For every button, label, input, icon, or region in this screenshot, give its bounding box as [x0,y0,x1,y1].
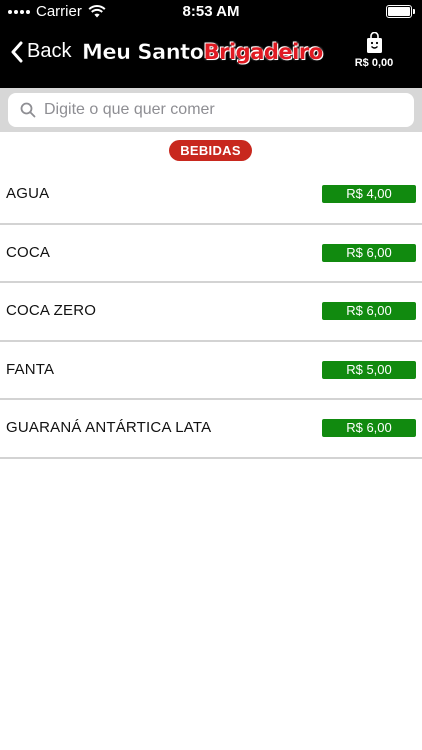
item-name: COCA ZERO [6,302,97,319]
chevron-left-icon [11,41,23,62]
search-input[interactable] [44,101,394,119]
battery-icon [386,5,415,18]
status-bar: Carrier 8:53 AM [0,0,422,24]
price-badge: R$ 6,00 [322,302,416,320]
list-item[interactable]: GUARANÁ ANTÁRTICA LATA R$ 6,00 [0,400,422,459]
price-badge: R$ 4,00 [322,185,416,203]
logo-text-primary: Meu Santo [82,40,205,65]
product-list: AGUA R$ 4,00 COCA R$ 6,00 COCA ZERO R$ 6… [0,166,422,459]
item-name: AGUA [6,185,50,202]
logo-text-accent: Brigadeiro [203,40,324,64]
item-name: GUARANÁ ANTÁRTICA LATA [6,419,212,436]
status-time: 8:53 AM [182,3,240,20]
item-name: COCA [6,243,51,261]
search-bar [0,88,422,132]
cart-button[interactable]: R$ 0,00 [346,32,402,69]
category-badge: BEBIDAS [169,140,252,161]
price-badge: R$ 5,00 [322,360,416,379]
app-header: Carrier 8:53 AM Back Meu SantoBrigadeiro… [0,0,422,88]
list-item[interactable]: FANTA R$ 5,00 [0,342,422,400]
cart-total: R$ 0,00 [354,57,394,69]
back-label: Back [27,40,72,62]
list-item[interactable]: COCA R$ 6,00 [0,225,422,283]
list-item[interactable]: AGUA R$ 4,00 [0,166,422,225]
search-icon [20,102,36,118]
search-field[interactable] [8,93,414,127]
app-logo: Meu SantoBrigadeiro [82,40,324,65]
list-item[interactable]: COCA ZERO R$ 6,00 [0,283,422,342]
price-badge: R$ 6,00 [322,243,416,262]
back-button[interactable]: Back [10,40,71,63]
item-name: FANTA [6,360,55,378]
price-badge: R$ 6,00 [322,419,416,437]
shopping-bag-icon [366,32,382,53]
